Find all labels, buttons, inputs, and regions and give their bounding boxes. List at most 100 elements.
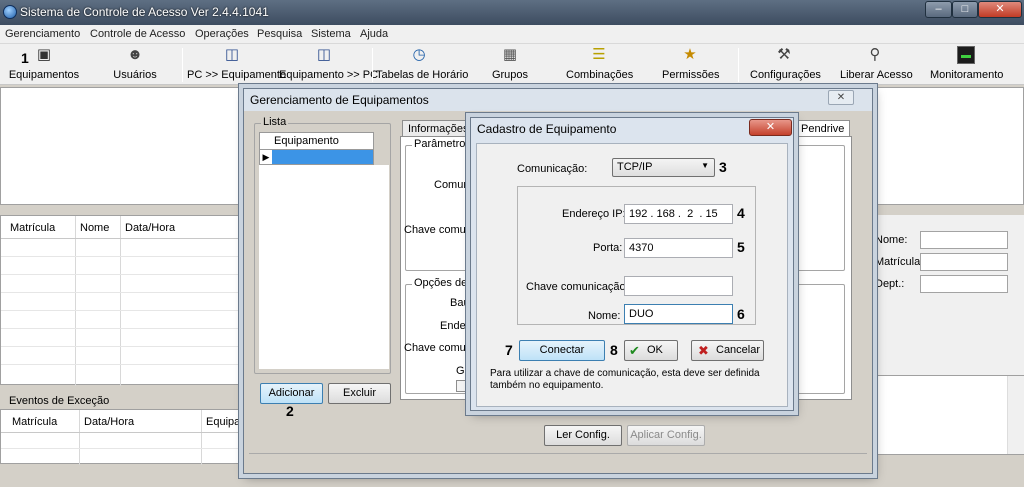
cancel-label: Cancelar	[716, 344, 761, 356]
toolbar-label: Monitoramento	[930, 69, 1004, 81]
comm-key-field[interactable]	[624, 276, 733, 296]
toolbar-device-to-pc-button[interactable]: ◫ Equipamento >> PC	[279, 46, 378, 84]
connect-button[interactable]: Conectar	[519, 340, 605, 361]
toolbar: ▣ Equipamentos ☻ Usuários ◫ PC >> Equipa…	[0, 44, 1024, 85]
delete-device-button[interactable]: Excluir	[328, 383, 391, 404]
monitor-icon: ▬	[957, 46, 975, 64]
users-icon: ☻	[127, 46, 143, 63]
maximize-button[interactable]: □	[952, 1, 978, 18]
groups-icon: ▦	[502, 46, 518, 63]
device-list-area[interactable]	[259, 165, 389, 369]
exceptions-column-datahora: Data/Hora	[84, 416, 135, 428]
port-field[interactable]: 4370	[624, 238, 733, 258]
exceptions-grid[interactable]: Matrícula Data/Hora Equipam	[0, 409, 249, 465]
cancel-button[interactable]: ✖ Cancelar	[691, 340, 764, 361]
tab-informacoes[interactable]: Informações	[402, 120, 475, 137]
toolbar-configuracoes-button[interactable]: ⚒ Configurações	[750, 46, 821, 84]
toolbar-liberar-acesso-button[interactable]: ⚲ Liberar Acesso	[840, 46, 913, 84]
menu-ajuda[interactable]: Ajuda	[360, 28, 388, 40]
toolbar-label: PC >> Equipamento	[187, 69, 287, 81]
toolbar-label: Grupos	[491, 69, 529, 81]
device-register-dialog: Cadastro de Equipamento ✕ Comunicação: T…	[470, 117, 794, 411]
toolbar-separator	[372, 48, 373, 82]
toolbar-tabelas-horario-button[interactable]: ◷ Tabelas de Horário	[376, 46, 469, 84]
menu-gerenciamento[interactable]: Gerenciamento	[5, 28, 80, 40]
device-register-close-button[interactable]: ✕	[749, 119, 792, 136]
toolbar-permissoes-button[interactable]: ★ Permissões	[662, 46, 720, 84]
right-log-panel	[870, 375, 1024, 455]
grid-divider	[120, 216, 121, 386]
device-register-body: Comunicação: TCP/IP ▼ 3 Endereço IP: 192…	[476, 143, 788, 407]
device-list-column: Equipamento	[274, 135, 339, 147]
toolbar-label: Tabelas de Horário	[376, 69, 469, 81]
grid-line	[1, 292, 249, 293]
ga-label: Ga	[456, 365, 471, 377]
app-icon	[3, 5, 17, 19]
name-label: Nome:	[588, 310, 621, 322]
step-number-2: 2	[286, 403, 294, 419]
column-header-matricula: Matrícula	[10, 222, 56, 234]
user-id-field[interactable]	[920, 253, 1008, 271]
menu-pesquisa[interactable]: Pesquisa	[257, 28, 302, 40]
add-device-button[interactable]: Adicionar	[260, 383, 323, 404]
list-groupbox: Lista Equipamento ▶	[254, 116, 391, 374]
toolbar-label: Configurações	[750, 69, 821, 81]
checkmark-icon: ✔	[629, 343, 640, 358]
tab-pendrive[interactable]: Pendrive	[795, 120, 851, 137]
exceptions-title: Eventos de Exceção	[9, 395, 110, 407]
ip-address-field[interactable]: 192 . 168 . 2 . 15	[624, 204, 733, 224]
device-list-selected-row[interactable]: ▶	[259, 149, 374, 165]
comm-type-select[interactable]: TCP/IP ▼	[612, 158, 715, 177]
column-header-datahora: Data/Hora	[125, 222, 176, 234]
step-number-7: 7	[505, 342, 513, 358]
toolbar-pc-to-device-button[interactable]: ◫ PC >> Equipamento	[187, 46, 287, 84]
main-title-bar: Sistema de Controle de Acesso Ver 2.4.4.…	[0, 0, 1024, 25]
menu-sistema[interactable]: Sistema	[311, 28, 351, 40]
menu-controle-de-acesso[interactable]: Controle de Acesso	[90, 28, 185, 40]
device-list-header: Equipamento	[259, 132, 374, 150]
menu-bar: Gerenciamento Controle de Acesso Operaçõ…	[0, 25, 1024, 44]
grid-line	[1, 256, 249, 257]
toolbar-grupos-button[interactable]: ▦ Grupos	[490, 46, 530, 84]
close-button[interactable]: ✕	[978, 1, 1022, 18]
toolbar-combinacoes-button[interactable]: ☰ Combinações	[566, 46, 634, 84]
toolbar-label: Equipamentos	[8, 69, 80, 81]
grid-divider	[201, 410, 202, 465]
records-grid[interactable]: Matrícula Nome Data/Hora	[0, 215, 249, 386]
option-checkbox[interactable]	[456, 380, 468, 392]
grid-line	[1, 364, 249, 365]
toolbar-label: Combinações	[566, 69, 634, 81]
ip-label: Endereço IP:	[562, 208, 626, 220]
combinations-icon: ☰	[592, 46, 606, 63]
read-config-button[interactable]: Ler Config.	[544, 425, 622, 446]
toolbar-usuarios-button[interactable]: ☻ Usuários	[108, 46, 162, 84]
device-register-title-bar: Cadastro de Equipamento ✕	[471, 118, 793, 140]
row-pointer-icon: ▶	[260, 150, 272, 164]
devices-icon: ▣	[36, 46, 52, 63]
menu-operacoes[interactable]: Operações	[195, 28, 249, 40]
step-number-4: 4	[737, 205, 745, 221]
toolbar-label: Permissões	[662, 69, 720, 81]
minimize-button[interactable]: –	[925, 1, 952, 18]
grid-line	[1, 328, 249, 329]
user-dept-field[interactable]	[920, 275, 1008, 293]
unlock-icon: ⚲	[869, 46, 881, 63]
key-label: Chave comunic	[404, 224, 480, 236]
column-header-nome: Nome	[80, 222, 110, 234]
vertical-scrollbar[interactable]	[1007, 376, 1024, 454]
user-info-panel: Nome: Matrícula: Dept.:	[870, 215, 1024, 380]
toolbar-equipamentos-button[interactable]: ▣ Equipamentos	[8, 46, 80, 84]
comm-key-label: Chave comunicação:	[526, 281, 629, 293]
user-name-label: Nome:	[875, 234, 908, 246]
ok-button[interactable]: ✔ OK	[624, 340, 678, 361]
device-name-field[interactable]: DUO	[624, 304, 733, 324]
toolbar-monitoramento-button[interactable]: ▬ Monitoramento	[930, 46, 1004, 84]
step-number-5: 5	[737, 239, 745, 255]
grid-header-line	[1, 238, 249, 239]
port-label: Porta:	[593, 242, 623, 254]
user-name-field[interactable]	[920, 231, 1008, 249]
apply-config-button[interactable]: Aplicar Config.	[627, 425, 705, 446]
settings-icon: ⚒	[777, 46, 791, 63]
device-management-close-button[interactable]: ✕	[828, 90, 854, 105]
permissions-icon: ★	[683, 46, 697, 63]
